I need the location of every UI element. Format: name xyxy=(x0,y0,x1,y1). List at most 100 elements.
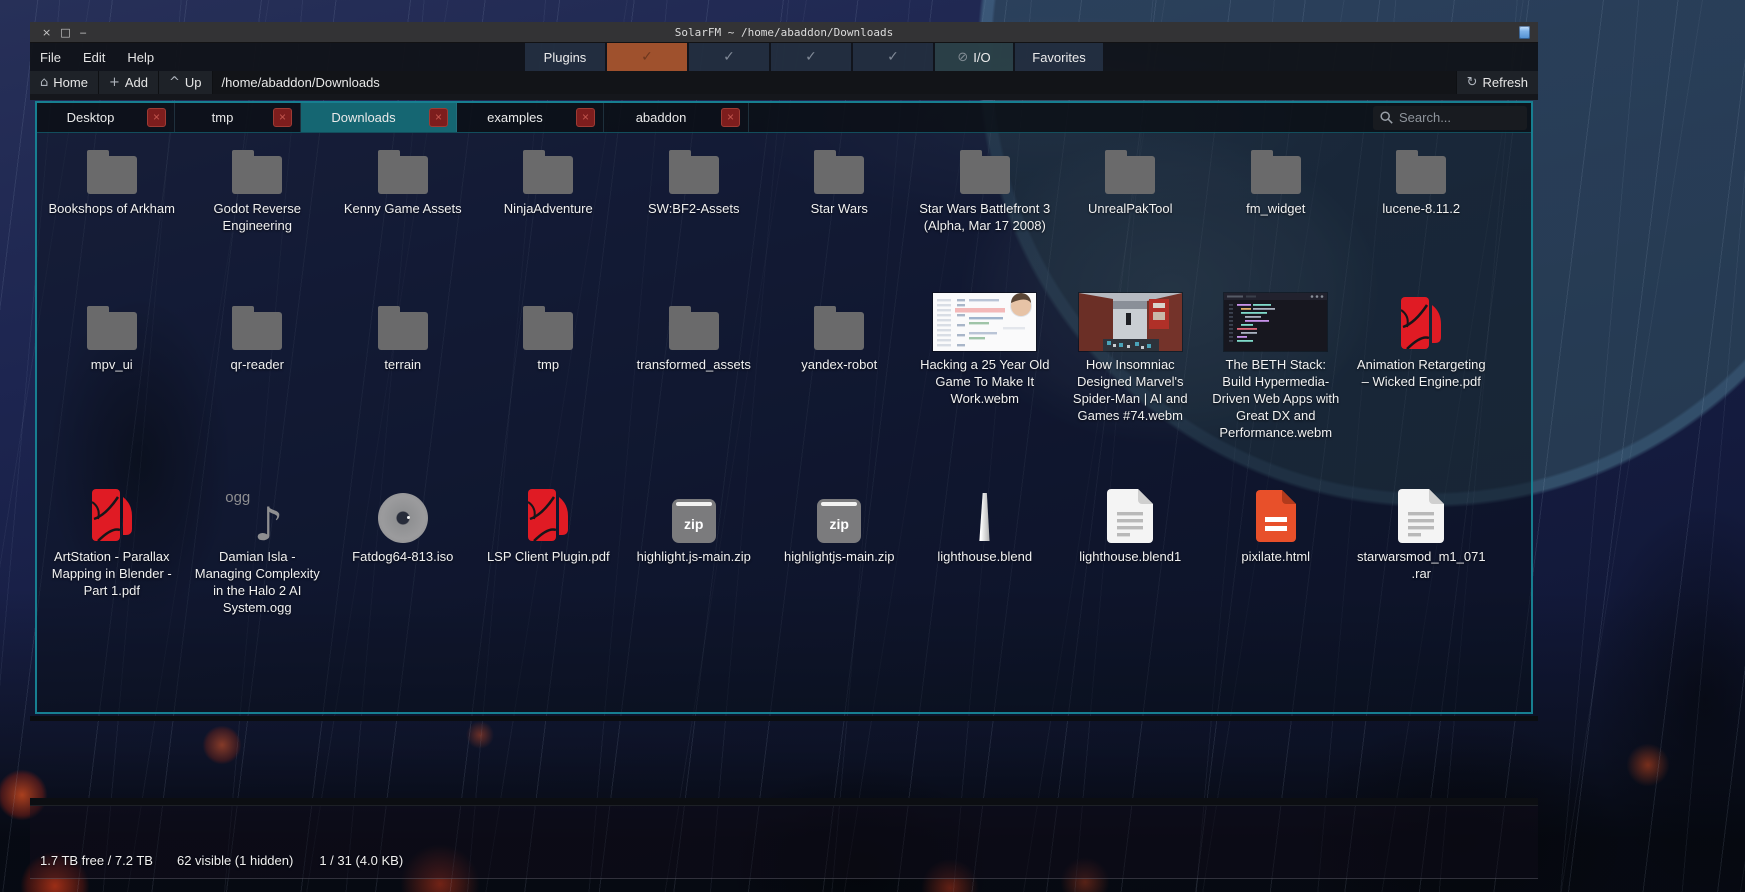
file-item[interactable]: qr-reader xyxy=(185,291,331,441)
folder-icon xyxy=(232,156,282,194)
file-item[interactable]: LSP Client Plugin.pdf xyxy=(476,483,622,616)
file-item[interactable]: Kenny Game Assets xyxy=(330,147,476,234)
file-item[interactable]: lighthouse.blend1 xyxy=(1058,483,1204,616)
file-name: Bookshops of Arkham xyxy=(49,200,175,217)
tab-examples[interactable]: examples × xyxy=(457,103,604,132)
chevron-up-icon: ^ xyxy=(169,75,180,90)
file-item[interactable]: UnrealPakTool xyxy=(1058,147,1204,234)
toolbar: ⌂ Home + Add ^ Up /home/abaddon/Download… xyxy=(30,71,1538,100)
file-item[interactable]: Animation Retargeting – Wicked Engine.pd… xyxy=(1349,291,1495,441)
file-item[interactable]: zip highlightjs-main.zip xyxy=(767,483,913,616)
action-button-2[interactable]: ✓ xyxy=(689,43,769,71)
up-button[interactable]: ^ Up xyxy=(159,71,213,94)
folder-icon xyxy=(1105,156,1155,194)
zip-icon: zip xyxy=(672,499,716,543)
file-name: tmp xyxy=(537,356,559,373)
folder-icon xyxy=(1251,156,1301,194)
folder-icon xyxy=(87,156,137,194)
close-icon[interactable]: × xyxy=(721,108,740,127)
file-item[interactable]: zip highlight.js-main.zip xyxy=(621,483,767,616)
home-button[interactable]: ⌂ Home xyxy=(30,71,99,94)
file-item[interactable]: NinjaAdventure xyxy=(476,147,622,234)
folder-icon xyxy=(87,312,137,350)
folder-icon xyxy=(1396,156,1446,194)
file-name: Fatdog64-813.iso xyxy=(352,548,453,565)
folder-icon xyxy=(814,312,864,350)
file-item[interactable]: Godot Reverse Engineering xyxy=(185,147,331,234)
file-name: NinjaAdventure xyxy=(504,200,593,217)
menu-help[interactable]: Help xyxy=(127,50,154,65)
status-separator xyxy=(30,798,1538,806)
file-name: mpv_ui xyxy=(91,356,133,373)
file-name: ArtStation - Parallax Mapping in Blender… xyxy=(46,548,178,599)
file-item[interactable]: ArtStation - Parallax Mapping in Blender… xyxy=(39,483,185,616)
horizontal-scrollbar[interactable] xyxy=(30,716,1538,721)
tab-downloads[interactable]: Downloads × xyxy=(301,103,457,132)
search-field[interactable] xyxy=(1373,106,1527,130)
window-title: SolarFM ~ /home/abaddon/Downloads xyxy=(30,26,1538,39)
file-name: How Insomniac Designed Marvel's Spider-M… xyxy=(1064,356,1196,424)
html-icon xyxy=(1256,490,1296,542)
menu-edit[interactable]: Edit xyxy=(83,50,105,65)
disk-usage-status: 1.7 TB free / 7.2 TB xyxy=(40,853,153,868)
search-input[interactable] xyxy=(1399,110,1509,125)
plugins-button[interactable]: Plugins xyxy=(525,43,605,71)
file-item[interactable]: pixilate.html xyxy=(1203,483,1349,616)
file-item[interactable]: Star Wars Battlefront 3 (Alpha, Mar 17 2… xyxy=(912,147,1058,234)
notification-icon[interactable] xyxy=(1519,26,1530,39)
blend-thumbnail xyxy=(977,493,992,541)
file-name: Kenny Game Assets xyxy=(344,200,462,217)
tab-tmp[interactable]: tmp × xyxy=(175,103,301,132)
file-item[interactable]: lighthouse.blend xyxy=(912,483,1058,616)
file-item[interactable]: Hacking a 25 Year Old Game To Make It Wo… xyxy=(912,291,1058,441)
file-name: Star Wars Battlefront 3 (Alpha, Mar 17 2… xyxy=(919,200,1051,234)
file-name: pixilate.html xyxy=(1241,548,1310,565)
close-icon[interactable]: × xyxy=(147,108,166,127)
plus-icon: + xyxy=(109,75,120,90)
file-item[interactable]: ogg ♪ Damian Isla - Managing Complexity … xyxy=(185,483,331,616)
file-item[interactable]: Star Wars xyxy=(767,147,913,234)
action-button-4[interactable]: ✓ xyxy=(853,43,933,71)
io-button[interactable]: ⊘ I/O xyxy=(935,43,1013,71)
favorites-button[interactable]: Favorites xyxy=(1015,43,1103,71)
file-item[interactable]: fm_widget xyxy=(1203,147,1349,234)
folder-icon xyxy=(669,312,719,350)
file-item[interactable]: terrain xyxy=(330,291,476,441)
menu-file[interactable]: File xyxy=(40,50,61,65)
file-item[interactable]: Fatdog64-813.iso xyxy=(330,483,476,616)
file-item[interactable]: tmp xyxy=(476,291,622,441)
file-browser-pane: Desktop × tmp × Downloads × examples × a… xyxy=(35,101,1533,714)
refresh-button[interactable]: ↻ Refresh xyxy=(1456,71,1538,94)
check-icon: ✓ xyxy=(887,49,899,65)
file-item[interactable]: mpv_ui xyxy=(39,291,185,441)
folder-icon xyxy=(232,312,282,350)
file-item[interactable]: lucene-8.11.2 xyxy=(1349,147,1495,234)
file-item[interactable]: transformed_assets xyxy=(621,291,767,441)
search-icon xyxy=(1380,111,1393,124)
pdf-icon xyxy=(1401,297,1441,349)
path-input[interactable]: /home/abaddon/Downloads xyxy=(213,71,1456,94)
file-item[interactable]: The BETH Stack: Build Hypermedia-Driven … xyxy=(1203,291,1349,441)
close-icon[interactable]: × xyxy=(429,108,448,127)
action-button-3[interactable]: ✓ xyxy=(771,43,851,71)
file-name: lighthouse.blend xyxy=(937,548,1032,565)
file-item[interactable]: yandex-robot xyxy=(767,291,913,441)
action-button-1[interactable]: ✓ xyxy=(607,43,687,71)
file-name: lighthouse.blend1 xyxy=(1079,548,1181,565)
file-name: Star Wars xyxy=(811,200,868,217)
file-item[interactable]: starwarsmod_m1_071.rar xyxy=(1349,483,1495,616)
tab-desktop[interactable]: Desktop × xyxy=(37,103,175,132)
file-name: SW:BF2-Assets xyxy=(648,200,740,217)
selection-status: 1 / 31 (4.0 KB) xyxy=(319,853,403,868)
close-icon[interactable]: × xyxy=(576,108,595,127)
refresh-icon: ↻ xyxy=(1467,75,1478,90)
file-item[interactable]: How Insomniac Designed Marvel's Spider-M… xyxy=(1058,291,1204,441)
tab-bar: Desktop × tmp × Downloads × examples × a… xyxy=(37,103,1531,133)
check-icon: ✓ xyxy=(805,49,817,65)
tab-abaddon[interactable]: abaddon × xyxy=(604,103,749,132)
file-item[interactable]: Bookshops of Arkham xyxy=(39,147,185,234)
close-icon[interactable]: × xyxy=(273,108,292,127)
check-icon: ✓ xyxy=(723,49,735,65)
file-item[interactable]: SW:BF2-Assets xyxy=(621,147,767,234)
add-tab-button[interactable]: + Add xyxy=(99,71,159,94)
